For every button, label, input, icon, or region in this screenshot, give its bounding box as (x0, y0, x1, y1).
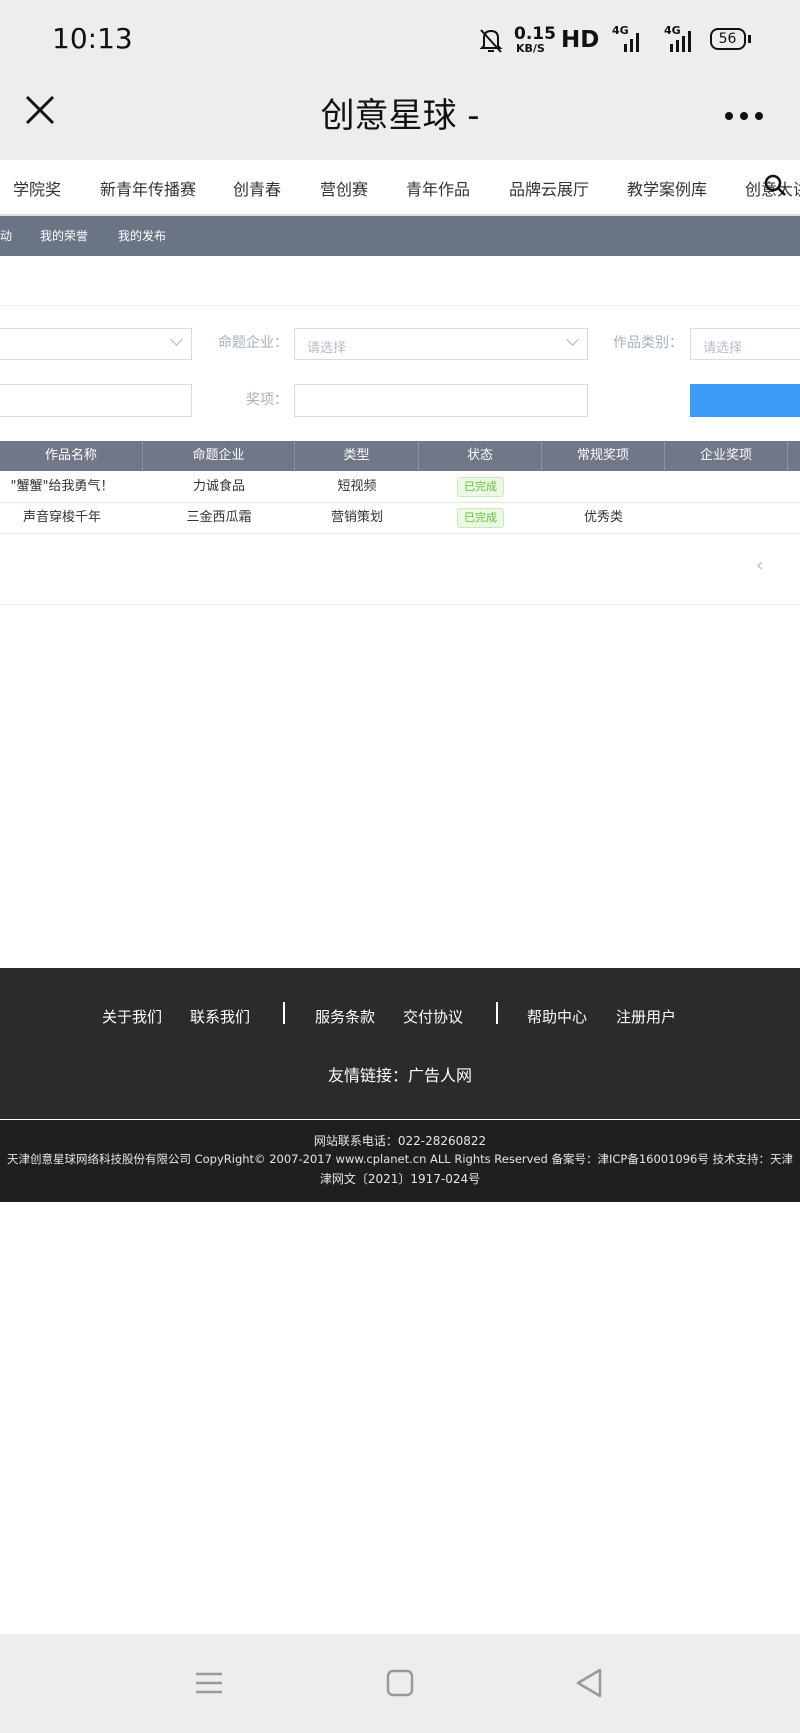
footer-link-delivery[interactable]: 交付协议 (403, 1006, 463, 1027)
col-type: 类型 (295, 441, 419, 471)
footer-link-terms[interactable]: 服务条款 (315, 1006, 375, 1027)
battery-icon: 56 (710, 28, 746, 50)
search-icon[interactable] (764, 174, 786, 200)
signal-icon (660, 30, 696, 56)
subnav-item-activity[interactable]: 动 (0, 227, 12, 244)
menu-icon[interactable] (195, 1669, 223, 1701)
footer-link-contact[interactable]: 联系我们 (190, 1006, 250, 1027)
col-company: 命题企业 (143, 441, 295, 471)
status-badge: 已完成 (457, 508, 504, 528)
company-select[interactable]: 请选择 (294, 328, 588, 360)
top-nav: 学院奖 新青年传播赛 创青春 营创赛 青年作品 品牌云展厅 教学案例库 创意大讲 (0, 160, 800, 216)
status-badge: 已完成 (457, 477, 504, 497)
cell-work-name[interactable]: 声音穿梭千年 (0, 502, 124, 533)
category-select-value: 请选择 (703, 341, 743, 356)
table-header: 作品名称 命题企业 类型 状态 常规奖项 企业奖项 (0, 441, 800, 471)
signal-icon (612, 30, 644, 56)
back-icon[interactable] (574, 1667, 604, 1703)
status-time: 10:13 (52, 22, 133, 55)
footer-link-register[interactable]: 注册用户 (616, 1006, 676, 1027)
subnav-item-publications[interactable]: 我的发布 (118, 227, 166, 244)
cell-company: 力诚食品 (192, 479, 245, 494)
cell-company-award (665, 471, 788, 502)
col-status: 状态 (419, 441, 542, 471)
battery-tip (748, 35, 751, 43)
nav-item-youth-works[interactable]: 青年作品 (406, 176, 470, 200)
divider (0, 305, 800, 306)
chevron-down-icon (170, 333, 183, 346)
footer-separator (283, 1002, 285, 1024)
footer-license: 津网文〔2021〕1917-024号 (319, 1172, 481, 1186)
category-select[interactable]: 请选择 (690, 328, 800, 360)
footer-link-about[interactable]: 关于我们 (102, 1006, 162, 1027)
col-regular-award: 常规奖项 (542, 441, 665, 471)
nav-item-yingchuangsai[interactable]: 营创赛 (320, 176, 368, 200)
cell-company-award (665, 502, 788, 533)
footer-link-help[interactable]: 帮助中心 (527, 1006, 587, 1027)
chevron-down-icon (566, 333, 579, 346)
search-button[interactable] (690, 384, 800, 417)
cell-regular-award: 优秀类 (583, 510, 623, 525)
footer-separator (496, 1002, 498, 1024)
cell-company: 三金西瓜霜 (186, 510, 252, 525)
hd-label: HD (561, 27, 600, 53)
subnav-item-honors[interactable]: 我的荣誉 (40, 227, 88, 244)
divider (0, 604, 800, 605)
footer (0, 968, 800, 1119)
cell-type: 营销策划 (330, 510, 383, 525)
cell-work-name[interactable]: "蟹蟹"给我勇气！ (0, 471, 124, 502)
cell-status: 已完成 (419, 502, 542, 533)
nav-item-youth-contest[interactable]: 新青年传播赛 (100, 176, 196, 200)
user-subnav: 动 我的荣誉 我的发布 (0, 216, 800, 256)
more-icon[interactable] (724, 106, 764, 125)
nav-item-chuangqingchun[interactable]: 创青春 (233, 176, 281, 200)
company-select-value: 请选择 (307, 341, 347, 356)
table-row[interactable]: 声音穿梭千年 三金西瓜霜 营销策划 已完成 优秀类 (0, 502, 800, 534)
pager-prev-button[interactable]: ‹ (756, 555, 763, 576)
cell-type: 短视频 (337, 479, 377, 494)
table-row[interactable]: "蟹蟹"给我勇气！ 力诚食品 短视频 已完成 (0, 471, 800, 503)
work-name-select[interactable] (0, 328, 192, 360)
cell-regular-award (542, 471, 665, 502)
footer-phone: 网站联系电话：022-28260822 (313, 1134, 487, 1148)
keyword-input[interactable] (0, 384, 192, 417)
footer-copyright: 天津创意星球网络科技股份有限公司 CopyRight© 2007-2017 ww… (6, 1152, 794, 1166)
col-company-award: 企业奖项 (665, 441, 788, 471)
cell-status: 已完成 (419, 471, 542, 502)
net-speed-value: 0.15 (514, 24, 556, 44)
net-speed-unit: KB/S (516, 42, 545, 55)
award-input[interactable] (294, 384, 588, 417)
col-work-name: 作品名称 (0, 441, 143, 471)
company-label: 命题企业： (218, 335, 288, 351)
nav-item-brand-hall[interactable]: 品牌云展厅 (509, 176, 589, 200)
award-label: 奖项： (246, 392, 288, 408)
nav-item-case-library[interactable]: 教学案例库 (627, 176, 707, 200)
page-title: 创意星球 - (320, 96, 480, 136)
friend-links[interactable]: 友情链接：广告人网 (0, 1062, 800, 1086)
mute-bell-icon (478, 26, 504, 58)
home-icon[interactable] (386, 1669, 414, 1701)
nav-item-college-award[interactable]: 学院奖 (13, 176, 61, 200)
category-label: 作品类别： (613, 335, 683, 351)
battery-level: 56 (718, 31, 737, 47)
